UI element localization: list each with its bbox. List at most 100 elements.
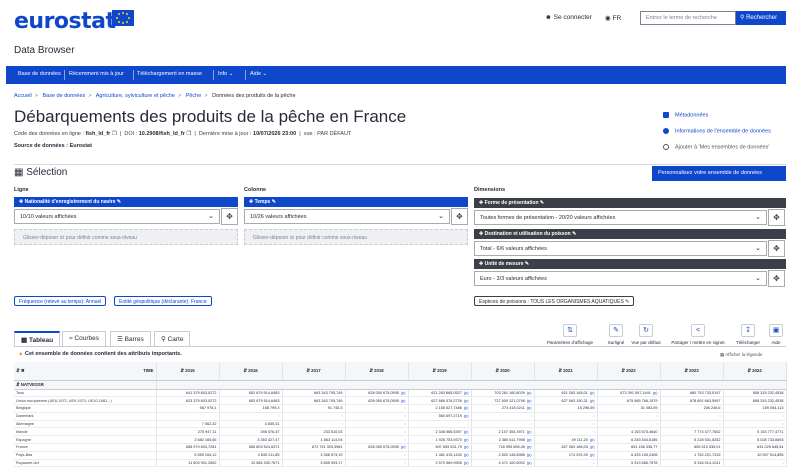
tab-lines[interactable]: ≈ Courbes — [62, 331, 106, 346]
table-cell[interactable]: 652 679 514,6483 — [219, 396, 283, 406]
provisional-flag[interactable]: (p) — [464, 406, 469, 410]
table-cell[interactable]: : — [534, 412, 598, 421]
table-cell[interactable]: 663 343 705,749 — [282, 389, 346, 398]
row-header[interactable]: France — [14, 443, 157, 452]
table-cell[interactable]: 4 153 575,4640 — [597, 427, 661, 437]
table-cell[interactable]: 10 957 514,855 — [723, 451, 787, 460]
fixed-dimension-species[interactable]: Espèces de poissons : TOUS LES ORGANISME… — [474, 296, 635, 306]
dataset-info-link[interactable]: Informations de l'ensemble de données — [663, 128, 771, 134]
table-cell[interactable]: 7 774 477,7652 — [660, 427, 724, 437]
provisional-flag[interactable]: (p) — [527, 430, 532, 434]
search-button[interactable]: ⚲ Rechercher — [736, 11, 786, 25]
row-drop-zone[interactable]: Glisser-déposer ici pour définir comme s… — [14, 229, 238, 245]
table-cell[interactable]: : — [660, 420, 724, 429]
provisional-flag[interactable]: (p) — [527, 406, 532, 410]
table-cell[interactable]: 672 791 303,3981 — [282, 443, 346, 452]
breadcrumb-database[interactable]: Base de données — [42, 93, 85, 99]
provisional-flag[interactable]: (p) — [464, 414, 469, 418]
table-cell[interactable]: 987 976,1 — [156, 404, 220, 413]
table-cell[interactable]: 174 291,00 (p) — [534, 451, 598, 460]
table-cell[interactable]: 678 891 663,5997 — [660, 396, 724, 406]
table-cell[interactable]: 5 028 733,6693 — [723, 435, 787, 445]
table-cell[interactable]: 2 107 454,3971 (p) — [471, 427, 535, 437]
provisional-flag[interactable]: (p) — [401, 445, 406, 449]
drag-handle-icon[interactable]: ✥ — [451, 208, 468, 225]
table-cell[interactable]: 680 753 733,5197 — [660, 389, 724, 398]
provisional-flag[interactable]: (p) — [590, 438, 595, 442]
table-cell[interactable]: 627 666 576,2726 (p) — [408, 396, 472, 406]
table-cell[interactable]: 560 697,2719 (p) — [408, 412, 472, 421]
table-cell[interactable]: 2 570 569,9905 (p) — [408, 459, 472, 468]
table-cell[interactable]: 627 063 150,31 (p) — [534, 396, 598, 406]
column-header-year[interactable]: ⇵ 2022 — [597, 362, 661, 381]
drag-handle-icon[interactable]: ✥ — [221, 208, 238, 225]
language-selector[interactable]: ◉ FR — [605, 14, 621, 22]
table-cell[interactable]: : — [282, 420, 346, 429]
menu-recently-updated[interactable]: Récemment mis à jour — [69, 71, 124, 77]
table-cell[interactable]: : — [345, 404, 409, 413]
column-header-year[interactable]: ⇵ 2020 — [471, 362, 535, 381]
provisional-flag[interactable]: (p) — [653, 391, 658, 395]
table-cell[interactable]: 628 050 675,0595 (p) — [345, 389, 409, 398]
table-cell[interactable]: 651 156 336,77 — [597, 443, 661, 452]
drag-handle-icon[interactable]: ✥ — [768, 240, 785, 257]
table-cell[interactable]: 1 663 114,04 — [282, 435, 346, 445]
row-header[interactable]: Royaume-Uni — [14, 459, 157, 468]
table-cell[interactable]: : — [408, 420, 472, 429]
row-header[interactable]: Allemagne — [14, 420, 157, 429]
table-cell[interactable]: : — [219, 412, 283, 421]
fixed-dimension-frequency[interactable]: Fréquence (relevé au temps): Annuel — [14, 296, 107, 306]
copy-icon[interactable]: ❐ — [186, 131, 191, 137]
breadcrumb-home[interactable]: Accueil — [14, 93, 32, 99]
table-cell[interactable]: 91 745,3 — [282, 404, 346, 413]
table-cell[interactable]: 2 380 511,7998 (p) — [471, 435, 535, 445]
table-cell[interactable]: : — [471, 420, 535, 429]
table-cell[interactable]: 2 155 527,7486 (p) — [408, 404, 472, 413]
table-cell[interactable]: 627 063 186,03 (p) — [534, 443, 598, 452]
dimension-select-presentation[interactable]: Toutes formes de présentation - 20/20 va… — [474, 210, 767, 225]
provisional-flag[interactable]: (p) — [464, 399, 469, 403]
provisional-flag[interactable]: (p) — [464, 438, 469, 442]
table-cell[interactable]: : — [597, 412, 661, 421]
table-cell[interactable]: : — [156, 412, 220, 421]
provisional-flag[interactable]: (p) — [527, 391, 532, 395]
help-button[interactable]: ▣ Aide — [746, 324, 792, 345]
provisional-flag[interactable]: (p) — [464, 453, 469, 457]
provisional-flag[interactable]: (p) — [527, 461, 532, 465]
provisional-flag[interactable]: (p) — [527, 438, 532, 442]
table-cell[interactable]: 10 584 330,7671 — [219, 459, 283, 468]
breadcrumb-agriculture[interactable]: Agriculture, sylviculture et pêche — [96, 93, 175, 99]
tab-map[interactable]: ⚲ Carte — [154, 331, 191, 346]
table-cell[interactable]: 31 083,59 — [597, 404, 661, 413]
dimension-select-destination[interactable]: Total - 6/6 valeurs affichées ⌄ — [474, 241, 767, 256]
provisional-flag[interactable]: (p) — [464, 461, 469, 465]
dimension-header-destination[interactable]: ✚ Destination et utilisation du poisson … — [474, 229, 786, 239]
table-cell[interactable]: 15 296,59 — [534, 404, 598, 413]
column-header-year[interactable]: ⇵ 2019 — [408, 362, 472, 381]
table-cell[interactable]: 7 062,32 — [156, 420, 220, 429]
table-cell[interactable]: : — [534, 420, 598, 429]
table-cell[interactable]: 697 659 531,79 (p) — [408, 443, 472, 452]
table-cell[interactable]: : — [597, 420, 661, 429]
row-header[interactable]: Belgique — [14, 404, 157, 413]
table-cell[interactable]: 675 985 766,1579 — [597, 396, 661, 406]
column-header-year[interactable]: ⇵ 2015 — [156, 362, 220, 381]
table-cell[interactable]: 631 025 645,54 — [723, 443, 787, 452]
table-cell[interactable]: 621 263 665,0527 (p) — [408, 389, 472, 398]
eurostat-logo[interactable]: eurostat — [14, 9, 116, 34]
column-header-year[interactable]: ⇵ 2018 — [345, 362, 409, 381]
drag-handle-icon[interactable]: ✥ — [768, 209, 785, 226]
column-header-year[interactable]: ⇵ 2017 — [282, 362, 346, 381]
provisional-flag[interactable]: (p) — [590, 391, 595, 395]
table-cell[interactable]: 5 153 777,4771 — [723, 427, 787, 437]
table-cell[interactable]: 6 283 534,6185 — [597, 435, 661, 445]
table-cell[interactable]: : — [723, 420, 787, 429]
table-cell[interactable]: : — [282, 412, 346, 421]
provisional-flag[interactable]: (p) — [464, 445, 469, 449]
expand-icon[interactable]: ✖ — [21, 368, 25, 373]
table-cell[interactable]: : — [345, 420, 409, 429]
provisional-flag[interactable]: (p) — [527, 399, 532, 403]
column-header-year[interactable]: ⇵ 2023 — [660, 362, 724, 381]
dimension-header-unit[interactable]: ✚ Unité de mesure ✎ — [474, 259, 786, 269]
row-header[interactable]: Espagne — [14, 435, 157, 445]
